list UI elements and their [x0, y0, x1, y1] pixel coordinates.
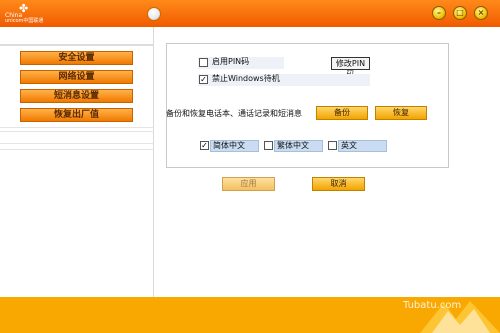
- close-button[interactable]: ×: [474, 6, 488, 20]
- china-unicom-logo: ✤ China unicom中国联通: [5, 3, 63, 25]
- sidebar-divider: [0, 149, 154, 150]
- backup-description: 备份和恢复电话本、通话记录和短消息: [166, 109, 302, 118]
- restore-button[interactable]: 恢复: [375, 106, 427, 120]
- enable-pin-checkbox[interactable]: [199, 58, 208, 67]
- change-pin-button[interactable]: 修改PIN码: [331, 57, 370, 79]
- apply-button[interactable]: 应用: [222, 177, 275, 191]
- sidebar-divider: [0, 44, 154, 46]
- sidebar-divider: [0, 127, 154, 128]
- logo-text-bottom: unicom中国联通: [5, 18, 44, 24]
- simplified-chinese-label: 简体中文: [213, 141, 245, 150]
- sidebar: 安全设置 网络设置 短消息设置 恢复出厂值: [0, 27, 154, 297]
- backup-button[interactable]: 备份: [316, 106, 368, 120]
- watermark-url: Tubatu.com: [403, 300, 462, 311]
- title-bar: ✤ China unicom中国联通 – □ ×: [0, 0, 500, 27]
- sidebar-item-sms[interactable]: 短消息设置: [20, 89, 133, 103]
- sidebar-item-network[interactable]: 网络设置: [20, 70, 133, 84]
- traditional-chinese-label: 繁体中文: [277, 141, 309, 150]
- sidebar-item-factory-reset[interactable]: 恢复出厂值: [20, 108, 133, 122]
- cancel-button[interactable]: 取消: [312, 177, 365, 191]
- sidebar-item-security[interactable]: 安全设置: [20, 51, 133, 65]
- traditional-chinese-checkbox[interactable]: [264, 141, 273, 150]
- disable-standby-label: 禁止Windows待机: [212, 74, 280, 83]
- enable-pin-label: 启用PIN码: [212, 57, 250, 66]
- maximize-button[interactable]: □: [453, 6, 467, 20]
- disable-standby-checkbox[interactable]: ✓: [199, 75, 208, 84]
- minimize-button[interactable]: –: [432, 6, 446, 20]
- sidebar-divider: [0, 143, 154, 144]
- english-checkbox[interactable]: [328, 141, 337, 150]
- watermark-logo: 土巴兔: [395, 276, 465, 301]
- refresh-icon[interactable]: [147, 7, 161, 21]
- english-label: 英文: [341, 141, 357, 150]
- simplified-chinese-checkbox[interactable]: ✓: [200, 141, 209, 150]
- sidebar-divider: [0, 131, 154, 132]
